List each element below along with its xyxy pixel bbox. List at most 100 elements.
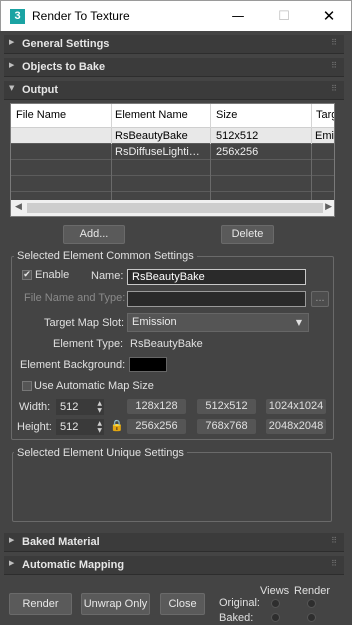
cell-target: Emis (315, 130, 334, 142)
cell-divider (111, 128, 112, 144)
table-row[interactable]: RsDiffuseLighti… 256x256 (11, 144, 334, 160)
column-divider[interactable] (111, 104, 112, 128)
cell-divider (311, 144, 312, 160)
expand-arrow-icon: ▶ (9, 559, 15, 567)
collapse-arrow-icon: ▼ (9, 84, 15, 92)
cell-divider (311, 128, 312, 144)
render-button[interactable]: Render (9, 593, 72, 615)
scroll-left-icon[interactable]: ◀ (15, 202, 22, 212)
column-header-file-name[interactable]: File Name (16, 109, 111, 121)
auto-map-size-label: Use Automatic Map Size (34, 380, 154, 392)
element-background-label: Element Background: (20, 359, 126, 371)
preset-512-button[interactable]: 512x512 (197, 399, 256, 414)
rollout-title: General Settings (22, 38, 110, 50)
cell-divider (210, 144, 211, 160)
name-label: Name: (91, 270, 124, 282)
views-column-label: Views (260, 585, 290, 597)
maximize-button[interactable]: ☐ (261, 1, 307, 32)
target-map-slot-label: Target Map Slot: (44, 317, 125, 329)
spinner-arrows-icon[interactable]: ▲ ▼ (97, 400, 102, 414)
unique-settings-group (12, 452, 332, 522)
original-render-radio[interactable] (307, 599, 316, 608)
rollout-title: Automatic Mapping (22, 559, 125, 571)
target-map-slot-value: Emission (132, 316, 177, 328)
cell-divider (111, 160, 112, 176)
width-value: 512 (60, 401, 79, 413)
column-header-target[interactable]: Targ (316, 109, 334, 121)
preset-2048-button[interactable]: 2048x2048 (266, 419, 326, 434)
minimize-button[interactable]: — (215, 1, 261, 32)
cell-size: 256x256 (216, 146, 259, 158)
common-settings-title: Selected Element Common Settings (14, 250, 197, 262)
auto-map-size-checkbox[interactable] (22, 381, 32, 391)
element-background-color-swatch[interactable] (129, 357, 167, 372)
height-spinner[interactable]: 512 ▲ ▼ (56, 419, 104, 435)
rollout-output[interactable]: ▼ Output ⠿ (4, 81, 344, 100)
width-spinner[interactable]: 512 ▲ ▼ (56, 399, 104, 415)
rollout-general-settings[interactable]: ▶ General Settings ⠿ (4, 35, 344, 54)
app-icon: 3 (10, 9, 25, 24)
drag-grip-icon[interactable]: ⠿ (331, 559, 337, 568)
target-map-slot-dropdown[interactable]: Emission ▼ (127, 313, 309, 332)
table-row-empty[interactable] (11, 176, 334, 192)
cell-element-name: RsDiffuseLighti… (115, 146, 200, 158)
rollout-objects-to-bake[interactable]: ▶ Objects to Bake ⠿ (4, 58, 344, 77)
file-name-type-label: File Name and Type: (24, 292, 126, 304)
table-row[interactable]: RsBeautyBake 512x512 Emis (11, 128, 334, 144)
element-name-field[interactable]: RsBeautyBake (127, 269, 306, 285)
rollout-title: Output (22, 84, 59, 96)
table-header: File Name Element Name Size Targ (11, 104, 334, 128)
expand-arrow-icon: ▶ (9, 38, 15, 46)
spinner-arrows-icon[interactable]: ▲ ▼ (97, 420, 102, 434)
baked-render-radio[interactable] (307, 613, 316, 622)
cell-divider (210, 128, 211, 144)
render-column-label: Render (294, 585, 331, 597)
baked-label: Baked: (219, 612, 254, 624)
cell-divider (311, 160, 312, 176)
rollout-automatic-mapping[interactable]: ▶ Automatic Mapping ⠿ (4, 556, 344, 575)
preset-128-button[interactable]: 128x128 (127, 399, 186, 414)
column-header-element-name[interactable]: Element Name (115, 109, 210, 121)
drag-grip-icon[interactable]: ⠿ (331, 536, 337, 545)
preset-1024-button[interactable]: 1024x1024 (266, 399, 326, 414)
close-window-button[interactable]: ✕ (306, 1, 352, 32)
browse-file-button[interactable]: ... (311, 291, 329, 307)
drag-grip-icon[interactable]: ⠿ (331, 61, 337, 70)
preset-256-button[interactable]: 256x256 (127, 419, 186, 434)
cell-divider (111, 144, 112, 160)
original-views-radio[interactable] (271, 599, 280, 608)
baked-views-radio[interactable] (271, 613, 280, 622)
preset-768-button[interactable]: 768x768 (197, 419, 256, 434)
enable-label: Enable (35, 269, 70, 281)
rollout-title: Baked Material (22, 536, 100, 548)
cell-divider (311, 176, 312, 192)
table-row-empty[interactable] (11, 160, 334, 176)
rollout-baked-material[interactable]: ▶ Baked Material ⠿ (4, 533, 344, 552)
scroll-right-icon[interactable]: ▶ (325, 202, 332, 212)
cell-element-name: RsBeautyBake (115, 130, 188, 142)
file-name-field[interactable] (127, 291, 306, 307)
expand-arrow-icon: ▶ (9, 61, 15, 69)
title-bar: 3 Render To Texture — ☐ ✕ (0, 0, 352, 31)
cell-size: 512x512 (216, 130, 259, 142)
lock-aspect-icon[interactable]: 🔒 (110, 419, 124, 432)
column-divider[interactable] (311, 104, 312, 128)
column-divider[interactable] (210, 104, 211, 128)
scrollbar-thumb[interactable] (27, 203, 323, 213)
original-label: Original: (219, 597, 260, 609)
add-button[interactable]: Add... (63, 225, 125, 244)
width-label: Width: (19, 401, 51, 413)
close-button[interactable]: Close (160, 593, 205, 615)
enable-checkbox[interactable]: ✔ (22, 270, 32, 280)
unwrap-only-button[interactable]: Unwrap Only (81, 593, 150, 615)
unique-settings-title: Selected Element Unique Settings (14, 447, 187, 459)
window-title: Render To Texture (32, 9, 130, 23)
delete-button[interactable]: Delete (221, 225, 274, 244)
output-elements-table[interactable]: File Name Element Name Size Targ RsBeaut… (10, 103, 335, 217)
drag-grip-icon[interactable]: ⠿ (331, 38, 337, 47)
column-header-size[interactable]: Size (216, 109, 306, 121)
drag-grip-icon[interactable]: ⠿ (331, 84, 337, 93)
element-type-value: RsBeautyBake (130, 338, 203, 350)
rollout-title: Objects to Bake (22, 61, 106, 73)
horizontal-scrollbar[interactable]: ◀ ▶ (11, 200, 334, 216)
